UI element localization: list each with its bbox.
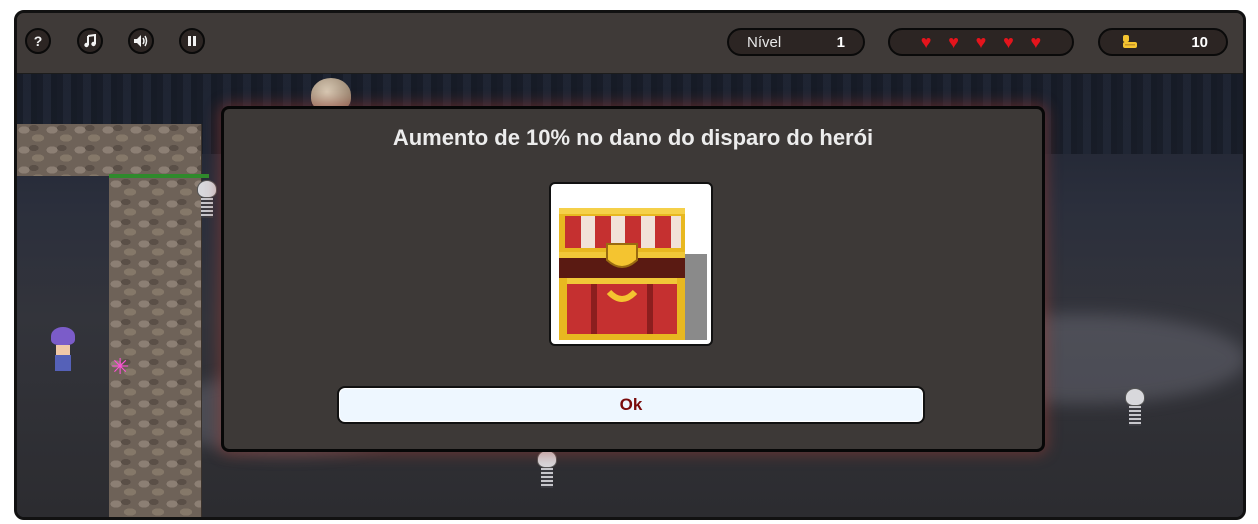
level-value: 1 bbox=[836, 33, 845, 51]
coin-stack-icon bbox=[1123, 35, 1137, 48]
skeleton-enemy bbox=[1125, 388, 1145, 426]
reward-image-frame bbox=[549, 182, 713, 346]
lives-indicator: ♥ ♥ ♥ ♥ ♥ bbox=[888, 28, 1074, 56]
rock-pillar bbox=[109, 178, 202, 517]
heart-icon: ♥ bbox=[975, 32, 987, 52]
coins-indicator: 10 bbox=[1098, 28, 1228, 56]
heart-icon: ♥ bbox=[1003, 32, 1014, 52]
reward-dialog: Aumento de 10% no dano do disparo do her… bbox=[221, 106, 1045, 452]
pause-button[interactable] bbox=[179, 28, 205, 54]
speaker-volume-icon bbox=[134, 35, 148, 47]
hearts-row: ♥ ♥ ♥ ♥ ♥ bbox=[890, 33, 1072, 51]
hero-character bbox=[51, 327, 75, 377]
help-button[interactable]: ? bbox=[25, 28, 51, 54]
pause-icon bbox=[188, 36, 196, 46]
heart-icon: ♥ bbox=[1030, 32, 1042, 52]
heart-icon: ♥ bbox=[948, 32, 959, 52]
ok-button[interactable]: Ok bbox=[337, 386, 925, 424]
treasure-chest-icon bbox=[559, 208, 707, 340]
sound-button[interactable] bbox=[128, 28, 154, 54]
coins-value: 10 bbox=[1191, 33, 1208, 51]
level-indicator: Nível 1 bbox=[727, 28, 865, 56]
heart-icon: ♥ bbox=[920, 32, 932, 52]
help-label: ? bbox=[33, 33, 43, 49]
top-bar: ? Nível 1 ♥ ♥ ♥ ♥ ♥ 10 bbox=[17, 13, 1243, 74]
skeleton-enemy bbox=[197, 180, 217, 218]
magic-spark: ✳ bbox=[111, 354, 130, 379]
rock-ledge bbox=[17, 124, 202, 176]
dialog-title: Aumento de 10% no dano do disparo do her… bbox=[392, 125, 874, 150]
game-frame: ? Nível 1 ♥ ♥ ♥ ♥ ♥ 10 ✳ Aumento de 10% … bbox=[14, 10, 1246, 520]
music-note-icon bbox=[84, 34, 96, 48]
skeleton-enemy bbox=[537, 450, 557, 488]
grass-strip bbox=[109, 174, 209, 178]
music-button[interactable] bbox=[77, 28, 103, 54]
level-label: Nível bbox=[747, 33, 782, 51]
